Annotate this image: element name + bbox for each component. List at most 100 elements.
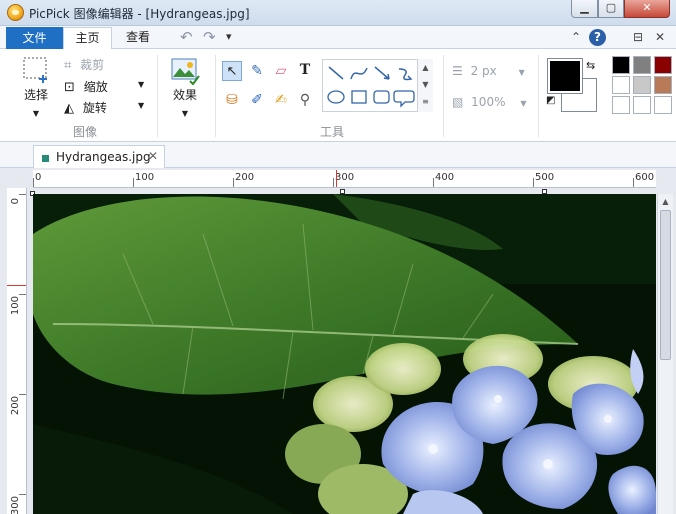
image-canvas[interactable] (33, 194, 656, 514)
ruler-label: 500 (535, 172, 555, 183)
ruler-label: 0 (10, 198, 21, 205)
close-document-icon[interactable]: ✕ (655, 29, 665, 45)
rounded-rect-shape-icon (373, 90, 390, 104)
shapes-scroll[interactable]: ▲ ▼ ≡ (417, 59, 433, 112)
document-tab-close-icon[interactable]: ✕ (148, 149, 158, 163)
ruler-label: 300 (10, 496, 21, 514)
close-button[interactable]: ✕ (624, 0, 670, 18)
arrow-shape-icon (374, 66, 390, 80)
document-tab-strip: Hydrangeas.jpg ✕ (0, 142, 676, 168)
select-icon (23, 57, 47, 83)
ribbon-separator (443, 55, 444, 137)
redo-icon[interactable]: ↷ (203, 29, 216, 45)
resize-dropdown-icon[interactable]: ▼ (138, 80, 144, 89)
color-swatch[interactable] (633, 76, 651, 94)
color-swatch[interactable] (612, 96, 630, 114)
line-width-value: 2 px (470, 64, 497, 78)
ruler-label: 200 (10, 396, 21, 416)
tab-view[interactable]: 查看 (114, 27, 162, 49)
ribbon-separator (157, 55, 158, 137)
eraser-tool-icon[interactable]: ▱ (271, 61, 291, 81)
vertical-ruler: 0 100 200 300 (7, 188, 27, 514)
ribbon-tab-row: 文件 主页 查看 ↶ ↷ ▾ ⌃ ? ⊟ ✕ (0, 26, 676, 50)
brush-tool-icon[interactable]: ✎ (247, 61, 267, 81)
rectangle-shape-icon (351, 90, 367, 104)
shapes-expand-icon[interactable]: ≡ (418, 93, 433, 110)
reset-colors-icon[interactable]: ◩ (546, 95, 555, 106)
crop-button[interactable]: ⌗ 裁剪 (64, 56, 104, 73)
pen-tool-icon[interactable]: ✐ (247, 90, 267, 110)
minimize-button[interactable]: ▁ (571, 0, 598, 18)
scroll-up-icon[interactable]: ▲ (418, 59, 433, 76)
resize-icon: ⊡ (64, 80, 75, 95)
undo-icon[interactable]: ↶ (180, 29, 193, 45)
tab-file[interactable]: 文件 (6, 27, 63, 49)
callout-shape-icon (393, 90, 415, 108)
curved-arrow-icon (398, 68, 413, 81)
opacity-value: 100% (471, 95, 506, 109)
curve-shape-icon (350, 67, 368, 80)
image-group-label: 图像 (73, 125, 98, 139)
resize-label: 缩放 (83, 80, 108, 94)
vertical-scrollbar[interactable]: ▲ (657, 194, 673, 514)
crop-label: 裁剪 (80, 58, 105, 72)
color-swatch[interactable] (633, 96, 651, 114)
color-swatch[interactable] (654, 96, 672, 114)
quick-access-more-icon[interactable]: ▾ (226, 29, 232, 45)
image-file-icon (42, 155, 49, 162)
scrollbar-thumb[interactable] (660, 210, 671, 360)
title-bar: PicPick 图像编辑器 - [Hydrangeas.jpg] ▁ ▢ ✕ (0, 0, 676, 26)
color-picker-icon[interactable]: ⚲ (295, 90, 315, 110)
rotate-label: 旋转 (82, 101, 107, 115)
restore-document-icon[interactable]: ⊟ (633, 29, 643, 45)
scroll-down-icon[interactable]: ▼ (418, 76, 433, 93)
opacity-selector[interactable]: ▧ 100% ▼ (452, 95, 526, 109)
opacity-icon: ▧ (452, 95, 464, 109)
select-dropdown-icon[interactable]: ▼ (18, 109, 54, 118)
line-width-icon: ☰ (452, 64, 463, 78)
ruler-label: 400 (435, 172, 455, 183)
ribbon-separator (538, 55, 539, 137)
ruler-label: 600 (635, 172, 655, 183)
window-title: PicPick 图像编辑器 - [Hydrangeas.jpg] (29, 7, 250, 21)
text-tool-icon[interactable]: T (295, 60, 315, 80)
tools-group-label: 工具 (320, 125, 345, 139)
effects-button[interactable]: 效果 ▼ (168, 55, 202, 118)
effects-icon (171, 58, 200, 86)
ruler-label: 200 (235, 172, 255, 183)
color-swatch[interactable] (633, 56, 651, 74)
line-shape-icon (328, 66, 344, 80)
hydrangea-photo (33, 194, 656, 514)
cursor-position-marker (336, 170, 337, 187)
color-swatch[interactable] (612, 76, 630, 94)
fill-bucket-icon[interactable]: ⛁ (222, 90, 242, 110)
line-width-dropdown-icon: ▼ (518, 68, 525, 77)
rotate-button[interactable]: ◭ 旋转 (64, 99, 107, 116)
select-button[interactable]: 选择 ▼ (18, 55, 54, 118)
color-swatch[interactable] (654, 76, 672, 94)
collapse-ribbon-icon[interactable]: ⌃ (571, 29, 581, 45)
ruler-label: 300 (335, 172, 355, 183)
crop-icon: ⌗ (64, 58, 72, 73)
primary-color-box[interactable] (547, 58, 583, 94)
document-tab[interactable]: Hydrangeas.jpg ✕ (33, 145, 165, 168)
effects-dropdown-icon[interactable]: ▼ (168, 109, 202, 118)
ruler-label: 100 (10, 296, 21, 316)
resize-button[interactable]: ⊡ 缩放 (64, 78, 108, 95)
pointer-tool-icon[interactable]: ↖ (222, 61, 242, 81)
rotate-dropdown-icon[interactable]: ▼ (138, 101, 144, 110)
swap-colors-icon[interactable]: ⇆ (586, 59, 595, 72)
select-label: 选择 (23, 88, 48, 102)
color-swatch[interactable] (612, 56, 630, 74)
color-swatch[interactable] (654, 56, 672, 74)
cursor-position-marker (7, 285, 26, 286)
highlighter-tool-icon[interactable]: ✍ (271, 90, 291, 110)
horizontal-ruler: 0 100 200 300 400 500 600 (33, 170, 656, 188)
tab-home[interactable]: 主页 (63, 27, 112, 50)
maximize-button[interactable]: ▢ (598, 0, 624, 18)
scroll-up-arrow-icon[interactable]: ▲ (658, 194, 673, 209)
line-width-selector[interactable]: ☰ 2 px ▼ (452, 64, 525, 78)
ruler-label: 0 (35, 172, 42, 183)
help-icon[interactable]: ? (589, 29, 606, 46)
ribbon: 选择 ▼ ⌗ 裁剪 ⊡ 缩放 ▼ ◭ 旋转 ▼ 图像 效果 ▼ ↖ ✎ ▱ T … (0, 49, 676, 142)
